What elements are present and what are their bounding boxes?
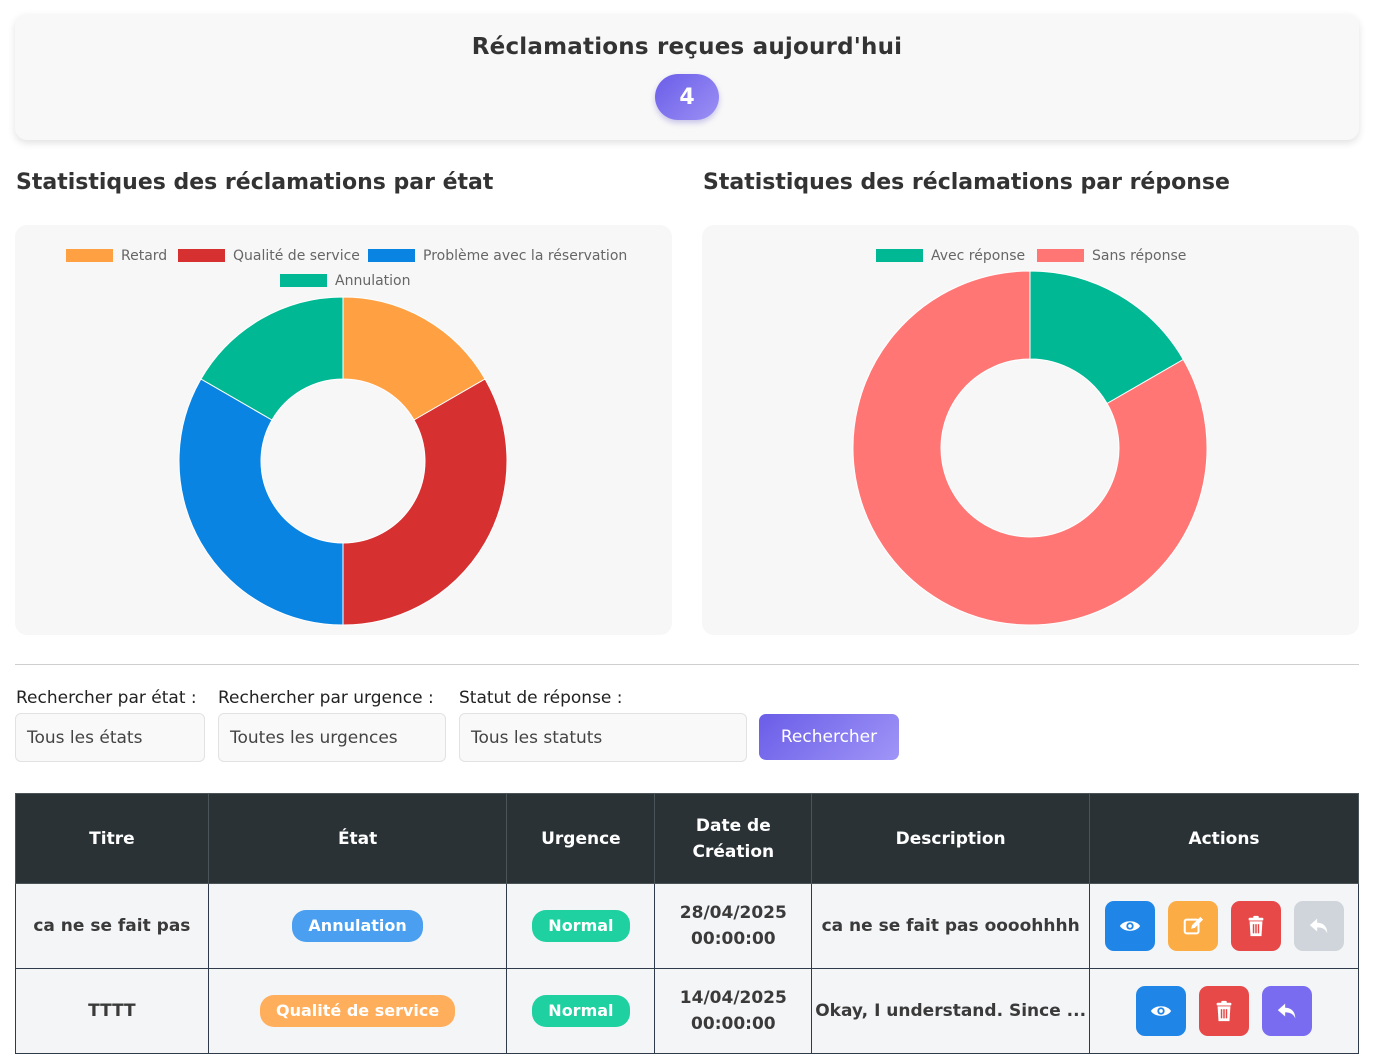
row-actions (1090, 986, 1358, 1036)
delete-button[interactable] (1230, 901, 1281, 951)
cell-description: ca ne se fait pas oooohhhh (811, 883, 1090, 969)
column-header-date: Date de Création (654, 793, 813, 884)
state-chart-card: Retard Qualité de service Problème avec la… (15, 225, 672, 635)
cell-title: ca ne se fait pas (15, 883, 209, 969)
reply-button[interactable] (1262, 986, 1312, 1036)
cell-title: TTTT (15, 968, 209, 1054)
legend-label-avec-reponse[interactable]: Avec réponse (931, 248, 1025, 264)
section-divider (15, 664, 1359, 665)
column-header-actions: Actions (1089, 793, 1359, 884)
cell-urgency: Normal (506, 883, 656, 969)
legend-label-sans-reponse[interactable]: Sans réponse (1092, 248, 1186, 264)
edit-icon (1182, 915, 1204, 937)
date-value: 14/04/2025 (679, 988, 787, 1008)
state-chart-title: Statistiques des réclamations par état (16, 170, 494, 195)
row-actions (1090, 901, 1358, 951)
state-filter-select[interactable]: Tous les états (15, 713, 205, 762)
reply-icon (1308, 915, 1330, 937)
cell-actions (1089, 968, 1359, 1054)
today-claims-title: Réclamations reçues aujourd'hui (471, 34, 903, 60)
urgency-filter-label: Rechercher par urgence : (218, 688, 434, 708)
date-value: 28/04/2025 (679, 903, 787, 923)
slice-probleme-avec-la-reservation[interactable] (178, 378, 344, 626)
trash-icon (1214, 1000, 1234, 1022)
legend-label-qualite-de-service[interactable]: Qualité de service (233, 248, 360, 264)
table-row: ca ne se fait pas Annulation Normal 28/0… (15, 883, 1359, 969)
claims-table: Titre État Urgence Date de Création Desc… (15, 793, 1359, 1054)
slice-qualite-de-service[interactable] (342, 378, 508, 626)
eye-icon (1150, 1000, 1172, 1022)
reply-button-disabled (1293, 901, 1344, 951)
column-header-title: Titre (15, 793, 209, 884)
view-button[interactable] (1136, 986, 1186, 1036)
column-header-date-label: Date de Création (692, 815, 775, 862)
legend-label-annulation[interactable]: Annulation (335, 273, 410, 289)
cell-date: 28/04/2025 00:00:00 (654, 883, 813, 969)
state-badge: Qualité de service (260, 995, 456, 1027)
table-header-row: Titre État Urgence Date de Création Desc… (15, 793, 1359, 884)
today-claims-count-badge: 4 (655, 74, 719, 120)
legend-swatch-qualite-de-service (178, 249, 225, 262)
response-doughnut-chart: Avec réponse Sans réponse (852, 248, 1208, 626)
cell-description: Okay, I understand. Since ... (811, 968, 1090, 1054)
cell-urgency: Normal (506, 968, 656, 1054)
response-filter-label: Statut de réponse : (459, 688, 623, 708)
column-header-urgency: Urgence (506, 793, 656, 884)
legend-label-retard[interactable]: Retard (121, 248, 167, 264)
trash-icon (1246, 915, 1266, 937)
cell-actions (1089, 883, 1359, 969)
delete-button[interactable] (1199, 986, 1249, 1036)
legend-swatch-avec-reponse (876, 249, 923, 262)
reply-icon (1276, 1000, 1298, 1022)
legend-label-probleme-avec-la-reservation[interactable]: Problème avec la réservation (423, 248, 627, 264)
state-doughnut-chart: Retard Qualité de service Problème avec la… (66, 248, 627, 626)
legend-swatch-probleme-avec-la-reservation (368, 249, 415, 262)
search-button[interactable]: Rechercher (759, 714, 899, 760)
state-badge: Annulation (292, 910, 423, 942)
today-claims-card: Réclamations reçues aujourd'hui 4 (15, 14, 1359, 140)
view-button[interactable] (1104, 901, 1155, 951)
edit-button[interactable] (1167, 901, 1218, 951)
response-filter-select[interactable]: Tous les statuts (459, 713, 747, 762)
state-filter-label: Rechercher par état : (16, 688, 197, 708)
urgency-badge: Normal (532, 910, 630, 942)
legend-swatch-retard (66, 249, 113, 262)
column-header-state: État (207, 793, 508, 884)
cell-state: Qualité de service (207, 968, 508, 1054)
urgency-filter-select[interactable]: Toutes les urgences (218, 713, 446, 762)
cell-state: Annulation (207, 883, 508, 969)
legend-swatch-annulation (280, 274, 327, 287)
response-chart-title: Statistiques des réclamations par répons… (703, 170, 1230, 195)
eye-icon (1119, 915, 1141, 937)
legend-swatch-sans-reponse (1037, 249, 1084, 262)
time-value: 00:00:00 (691, 929, 776, 949)
column-header-description: Description (811, 793, 1090, 884)
time-value: 00:00:00 (691, 1014, 776, 1034)
cell-date: 14/04/2025 00:00:00 (654, 968, 813, 1054)
table-row: TTTT Qualité de service Normal 14/04/202… (15, 968, 1359, 1054)
response-chart-card: Avec réponse Sans réponse (702, 225, 1359, 635)
urgency-badge: Normal (532, 995, 630, 1027)
